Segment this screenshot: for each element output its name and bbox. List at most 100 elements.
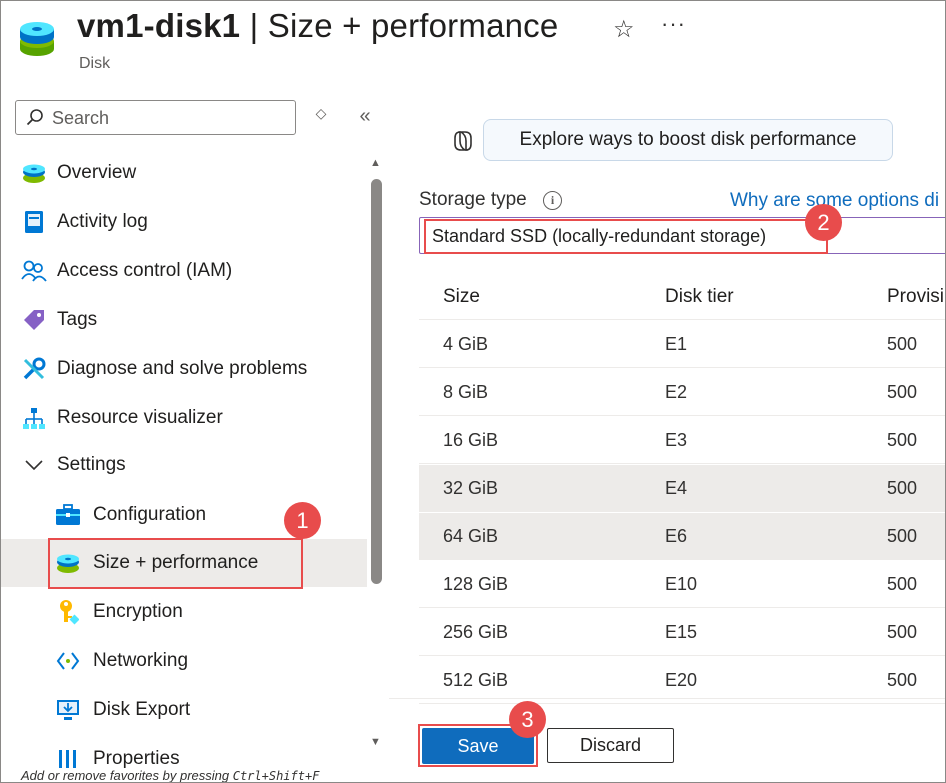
favorites-hint-keys: Ctrl+Shift+F <box>232 769 320 783</box>
cell-disk-tier: E15 <box>665 622 698 642</box>
monitor-export-icon <box>55 697 81 723</box>
title-separator: | <box>249 7 259 44</box>
star-icon[interactable]: ☆ <box>613 15 635 44</box>
table-row[interactable]: 16 GiB E3 500 <box>419 417 945 464</box>
column-header-disk-tier[interactable]: Disk tier <box>665 286 734 308</box>
cell-disk-tier: E4 <box>665 478 688 498</box>
sidebar-item-label: Networking <box>93 650 189 671</box>
resource-type: Disk <box>79 55 111 72</box>
sidebar-item-tags[interactable]: Tags <box>1 296 367 344</box>
step-badge-1: 1 <box>284 502 321 539</box>
collapse-sidebar-icon[interactable]: « <box>353 105 377 129</box>
sidebar-group-settings[interactable]: Settings <box>1 441 367 489</box>
discard-button[interactable]: Discard <box>547 728 674 763</box>
info-icon[interactable]: i <box>543 191 562 210</box>
cell-disk-tier: E10 <box>665 574 698 594</box>
highlight-size-performance <box>48 538 303 589</box>
highlight-storage-type <box>424 219 828 254</box>
table-row[interactable]: 64 GiB E6 500 <box>419 513 945 560</box>
app-window: vm1-disk1 | Size + performance Disk ☆ ··… <box>0 0 946 783</box>
favorites-hint-text: Add or remove favorites by pressing <box>21 768 233 783</box>
cell-size: 512 GiB <box>443 670 509 690</box>
cell-size: 256 GiB <box>443 622 509 642</box>
table-header-row: Size Disk tier Provisi <box>419 273 945 320</box>
sidebar-item-networking[interactable]: Networking <box>1 637 367 685</box>
search-placeholder: Search <box>52 108 110 128</box>
cell-provisioned: 500 <box>887 670 918 690</box>
cell-provisioned: 500 <box>887 478 918 498</box>
tag-icon <box>21 307 47 333</box>
people-icon <box>21 258 47 284</box>
explore-performance-button[interactable]: Explore ways to boost disk performance <box>483 119 893 161</box>
sidebar-item-resource-visualizer[interactable]: Resource visualizer <box>1 394 367 442</box>
sidebar-item-disk-export[interactable]: Disk Export <box>1 686 367 734</box>
cell-size: 4 GiB <box>443 334 489 354</box>
cell-size: 128 GiB <box>443 574 509 594</box>
sidebar-scrollbar[interactable] <box>371 179 382 584</box>
hierarchy-icon <box>21 405 47 431</box>
sidebar-item-label: Overview <box>57 162 137 183</box>
cell-disk-tier: E2 <box>665 382 688 402</box>
storage-type-label: Storage type <box>419 189 527 210</box>
sidebar-item-label: Activity log <box>57 211 148 232</box>
cell-provisioned: 500 <box>887 622 918 642</box>
step-badge-2: 2 <box>805 204 842 241</box>
sidebar-item-diagnose[interactable]: Diagnose and solve problems <box>1 345 367 393</box>
cell-provisioned: 500 <box>887 334 918 354</box>
column-header-size[interactable]: Size <box>443 286 480 308</box>
sidebar-item-label: Diagnose and solve problems <box>57 358 308 379</box>
sidebar-item-properties[interactable]: Properties <box>1 735 367 769</box>
toolbox-icon <box>55 502 81 528</box>
cell-disk-tier: E1 <box>665 334 688 354</box>
sidebar-item-label: Tags <box>57 309 98 330</box>
cell-disk-tier: E3 <box>665 430 688 450</box>
page-title: vm1-disk1 | Size + performance <box>77 7 558 45</box>
scroll-down-icon[interactable]: ▼ <box>370 736 381 748</box>
table-row[interactable]: 4 GiB E1 500 <box>419 321 945 368</box>
sidebar-item-label: Resource visualizer <box>57 407 223 428</box>
sort-icon[interactable]: ◇ <box>311 105 331 129</box>
sidebar-item-label: Settings <box>57 454 126 475</box>
properties-icon <box>55 746 81 769</box>
cell-provisioned: 500 <box>887 526 918 546</box>
cell-size: 32 GiB <box>443 478 499 498</box>
sidebar-item-label: Configuration <box>93 504 207 525</box>
table-row[interactable]: 256 GiB E15 500 <box>419 609 945 656</box>
sidebar-item-label: Encryption <box>93 601 183 622</box>
sidebar-item-access-control[interactable]: Access control (IAM) <box>1 247 367 295</box>
scroll-up-icon[interactable]: ▲ <box>370 157 381 169</box>
favorites-hint: Add or remove favorites by pressing Ctrl… <box>21 768 320 783</box>
cell-size: 8 GiB <box>443 382 489 402</box>
table-row[interactable]: 128 GiB E10 500 <box>419 561 945 608</box>
disk-icon <box>20 22 54 56</box>
blade-name: Size + performance <box>267 7 559 44</box>
cell-disk-tier: E20 <box>665 670 698 690</box>
network-icon <box>55 648 81 674</box>
cell-size: 64 GiB <box>443 526 499 546</box>
key-icon <box>55 599 81 625</box>
resource-name: vm1-disk1 <box>77 7 241 44</box>
sidebar-nav: Overview Activity log Access control (IA… <box>1 149 367 769</box>
sidebar-item-activity-log[interactable]: Activity log <box>1 198 367 246</box>
cell-size: 16 GiB <box>443 430 499 450</box>
sidebar-item-label: Disk Export <box>93 699 191 720</box>
wrench-icon <box>21 356 47 382</box>
chevron-down-icon <box>21 452 47 478</box>
sidebar-item-label: Properties <box>93 748 180 769</box>
cell-provisioned: 500 <box>887 574 918 594</box>
step-badge-3: 3 <box>509 701 546 738</box>
cell-provisioned: 500 <box>887 430 918 450</box>
copilot-icon <box>454 131 472 151</box>
ellipsis-icon[interactable]: ··· <box>661 11 686 37</box>
activity-log-icon <box>21 209 47 235</box>
table-row[interactable]: 512 GiB E20 500 <box>419 657 945 704</box>
table-row[interactable]: 32 GiB E4 500 <box>419 465 945 512</box>
search-input[interactable]: Search <box>15 100 296 135</box>
column-header-provisioned[interactable]: Provisi <box>887 286 944 308</box>
sidebar-item-label: Access control (IAM) <box>57 260 233 281</box>
footer-divider <box>389 698 945 699</box>
sidebar-item-overview[interactable]: Overview <box>1 149 367 197</box>
table-row[interactable]: 8 GiB E2 500 <box>419 369 945 416</box>
disk-icon <box>21 160 47 186</box>
sidebar-item-encryption[interactable]: Encryption <box>1 588 367 636</box>
